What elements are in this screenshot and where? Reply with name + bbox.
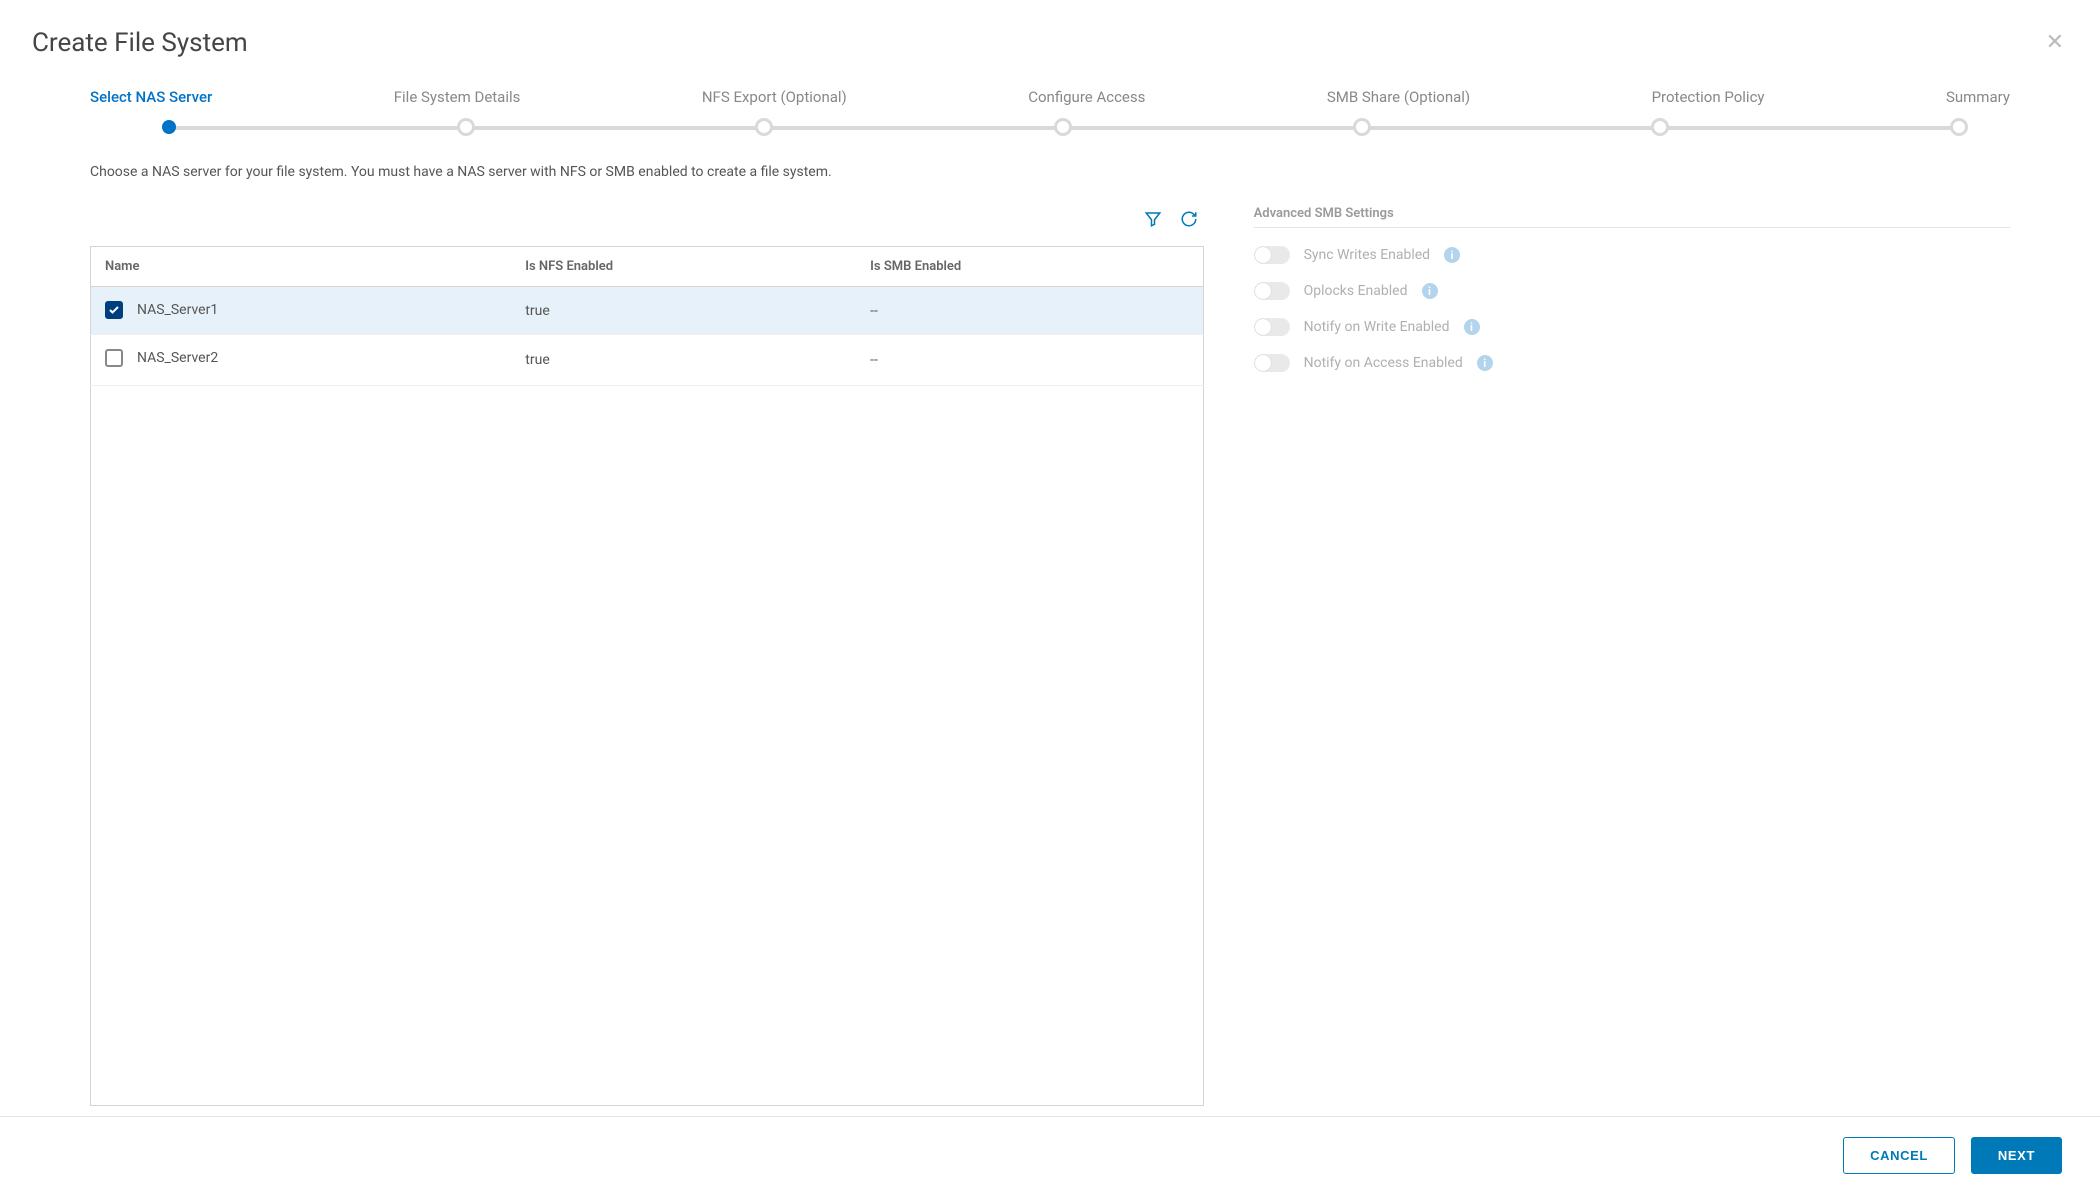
info-icon[interactable]: i (1464, 319, 1480, 335)
step-dot-5[interactable] (1651, 118, 1669, 136)
smb-toggle-label: Sync Writes Enabled (1304, 247, 1431, 263)
filter-icon[interactable] (1144, 210, 1162, 232)
step-label-4[interactable]: SMB Share (Optional) (1327, 88, 1470, 106)
smb-toggle-row: Sync Writes Enabled i (1254, 246, 2010, 264)
smb-toggle[interactable] (1254, 318, 1290, 336)
step-label-5[interactable]: Protection Policy (1652, 88, 1765, 106)
step-label-6[interactable]: Summary (1946, 88, 2010, 106)
col-smb[interactable]: Is SMB Enabled (858, 247, 1203, 287)
page-title: Create File System (32, 28, 248, 58)
smb-toggle[interactable] (1254, 354, 1290, 372)
table-row[interactable]: NAS_Server2 true-- (91, 335, 1204, 386)
smb-toggle-label: Notify on Write Enabled (1304, 319, 1450, 335)
step-dot-2[interactable] (755, 118, 773, 136)
row-nfs: true (513, 335, 858, 386)
row-smb: -- (858, 335, 1203, 386)
refresh-icon[interactable] (1180, 210, 1198, 232)
step-dot-3[interactable] (1054, 118, 1072, 136)
col-nfs[interactable]: Is NFS Enabled (513, 247, 858, 287)
step-dot-1[interactable] (457, 118, 475, 136)
step-label-2[interactable]: NFS Export (Optional) (702, 88, 847, 106)
row-nfs: true (513, 287, 858, 335)
smb-toggle-label: Oplocks Enabled (1304, 283, 1408, 299)
smb-toggle-row: Oplocks Enabled i (1254, 282, 2010, 300)
info-icon[interactable]: i (1422, 283, 1438, 299)
cancel-button[interactable]: CANCEL (1843, 1137, 1955, 1174)
col-name[interactable]: Name (91, 247, 514, 287)
smb-toggle[interactable] (1254, 246, 1290, 264)
smb-toggle-row: Notify on Access Enabled i (1254, 354, 2010, 372)
nas-server-table: Name Is NFS Enabled Is SMB Enabled NAS_S… (90, 246, 1204, 386)
info-icon[interactable]: i (1477, 355, 1493, 371)
smb-toggle[interactable] (1254, 282, 1290, 300)
row-checkbox[interactable] (105, 301, 123, 319)
row-checkbox[interactable] (105, 349, 123, 367)
step-label-3[interactable]: Configure Access (1028, 88, 1145, 106)
step-dot-6[interactable] (1950, 118, 1968, 136)
step-dot-4[interactable] (1353, 118, 1371, 136)
info-icon[interactable]: i (1444, 247, 1460, 263)
smb-toggle-label: Notify on Access Enabled (1304, 355, 1463, 371)
wizard-stepper: Select NAS Server File System Details NFS … (0, 78, 2100, 140)
step-dot-0[interactable] (162, 120, 176, 134)
row-name: NAS_Server2 (137, 350, 218, 366)
row-smb: -- (858, 287, 1203, 335)
row-name: NAS_Server1 (137, 302, 218, 318)
step-label-1[interactable]: File System Details (394, 88, 521, 106)
close-icon[interactable]: ✕ (2042, 28, 2068, 58)
advanced-smb-panel: Advanced SMB Settings Sync Writes Enable… (1254, 164, 2010, 1106)
instruction-text: Choose a NAS server for your file system… (90, 164, 1204, 180)
table-row[interactable]: NAS_Server1 true-- (91, 287, 1204, 335)
advanced-smb-title: Advanced SMB Settings (1254, 206, 2010, 228)
smb-toggle-row: Notify on Write Enabled i (1254, 318, 2010, 336)
step-label-0[interactable]: Select NAS Server (90, 88, 212, 106)
next-button[interactable]: NEXT (1971, 1137, 2062, 1174)
table-empty-area (90, 386, 1204, 1106)
